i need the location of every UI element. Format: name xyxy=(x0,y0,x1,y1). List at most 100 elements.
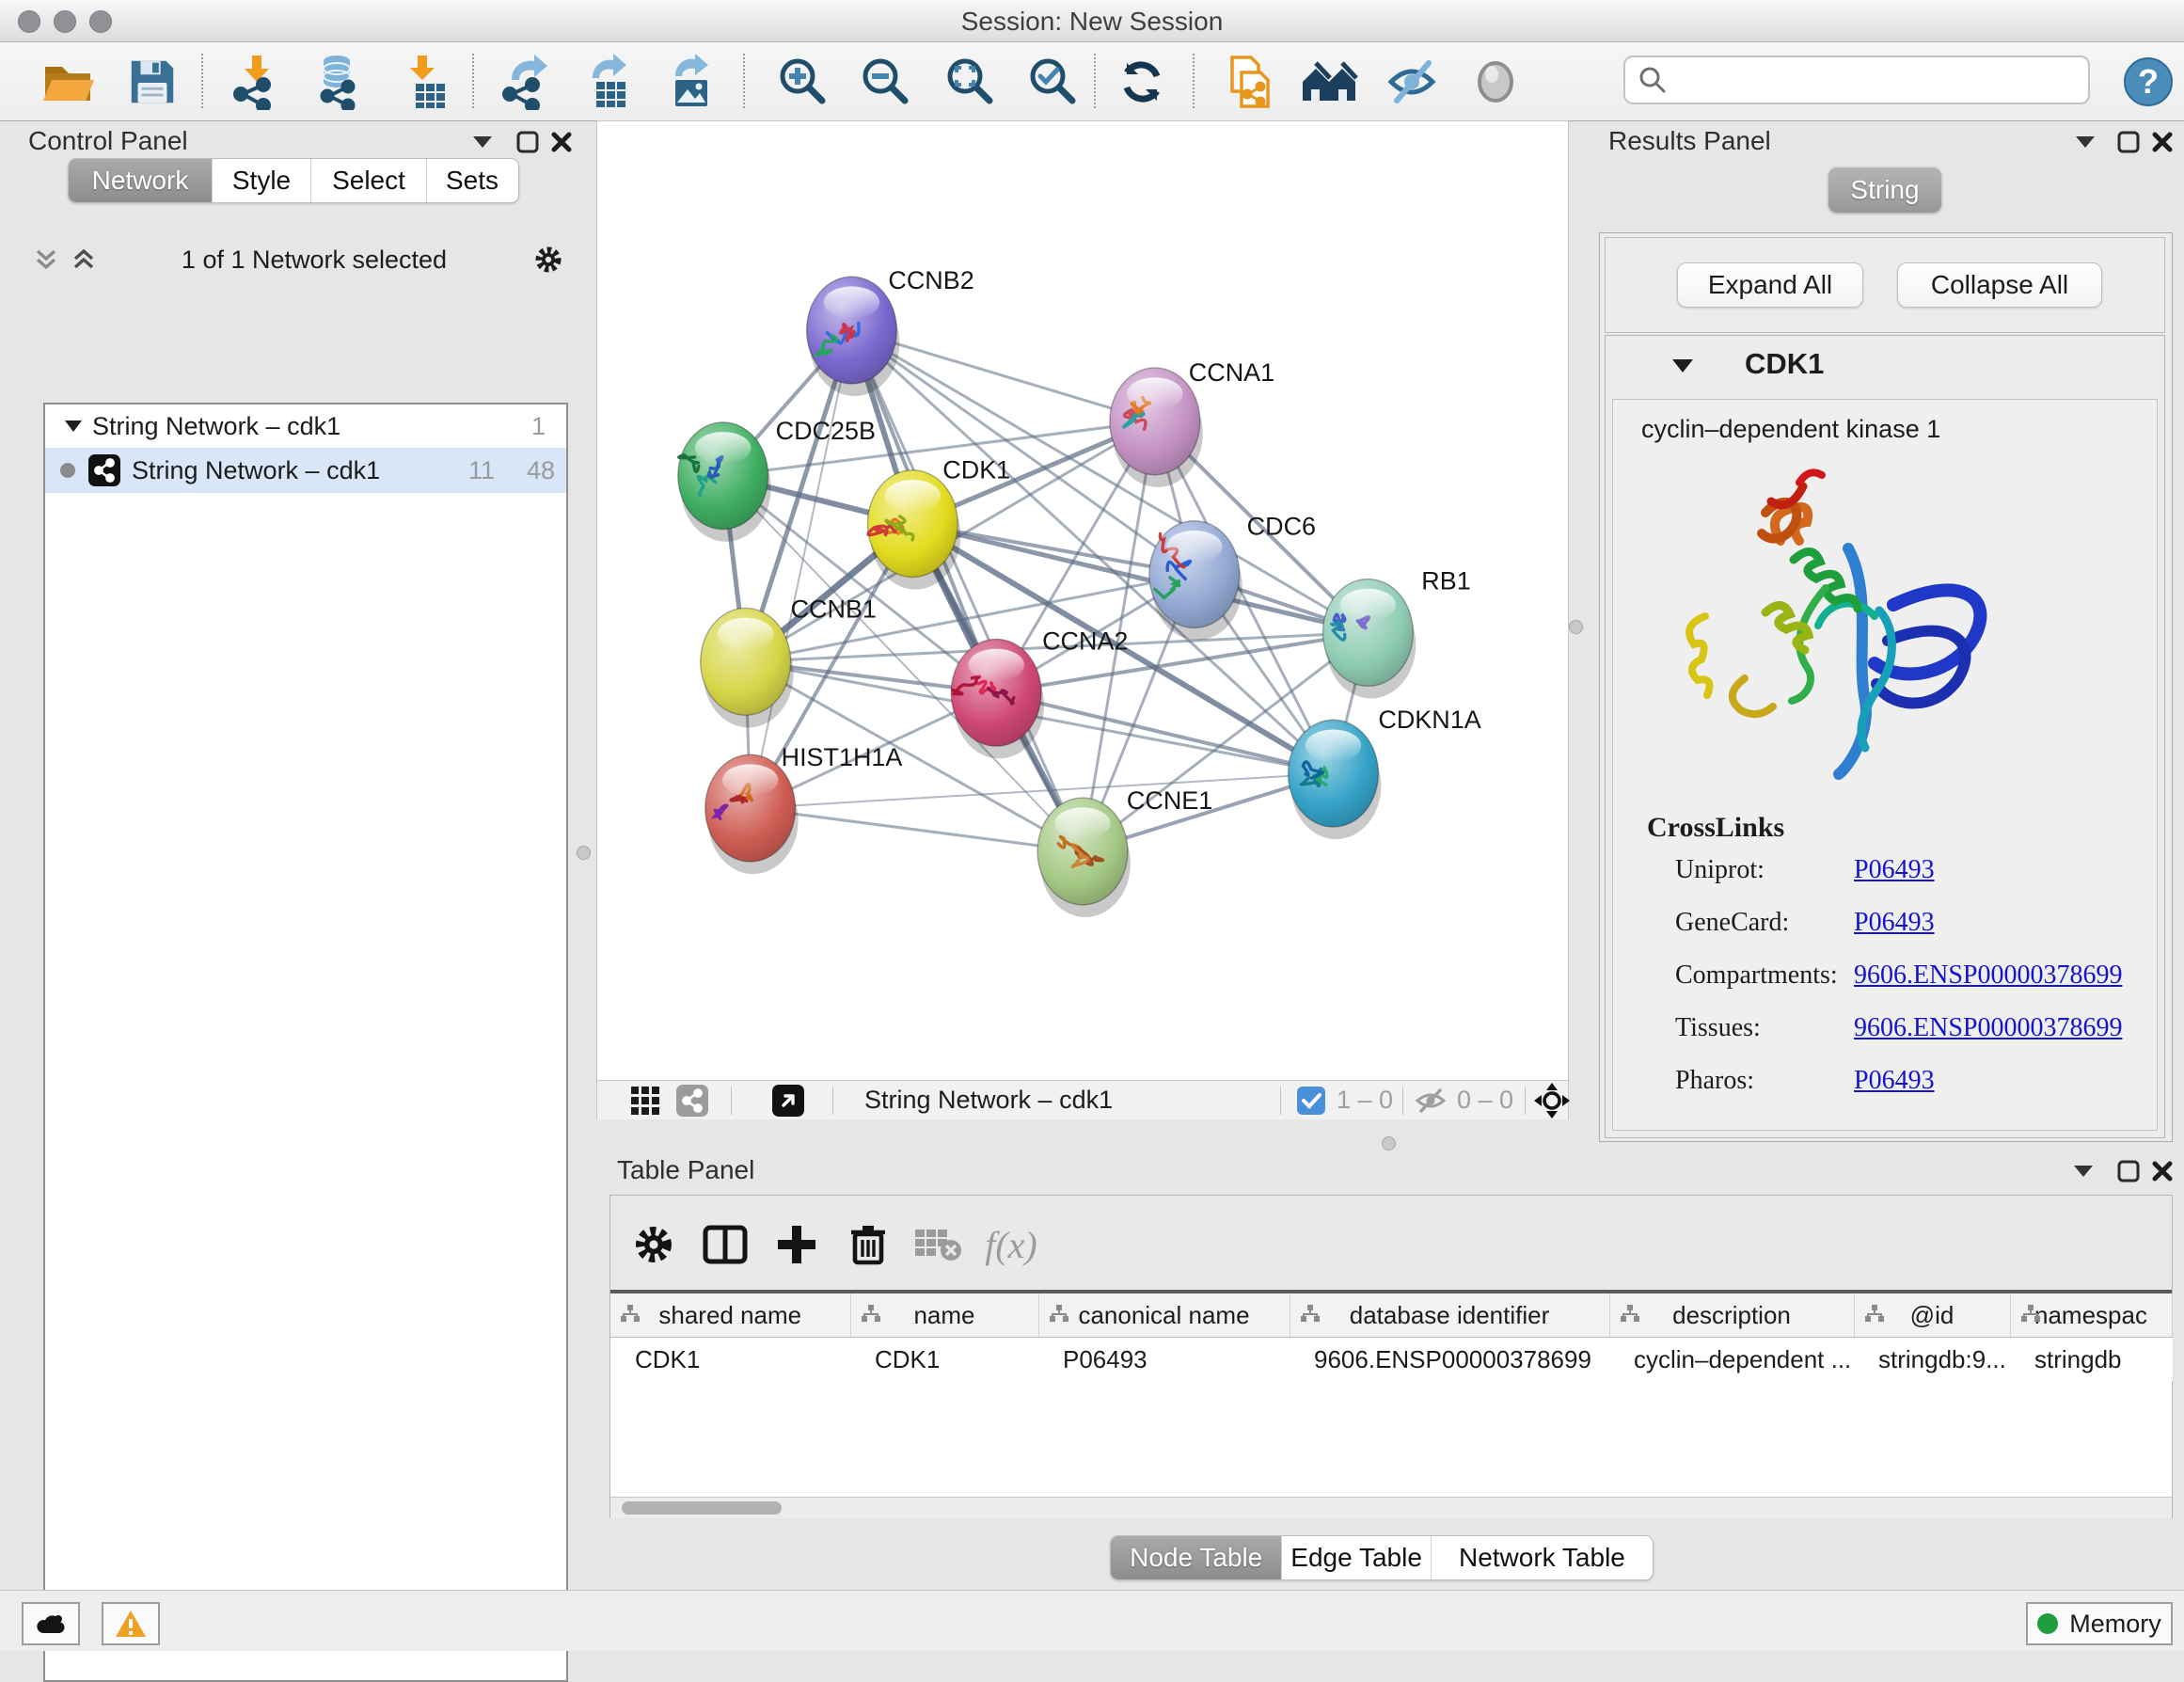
column-header-database-identifier[interactable]: database identifier xyxy=(1290,1293,1609,1338)
export-image-button[interactable] xyxy=(658,52,719,112)
network-edge[interactable] xyxy=(751,808,1083,851)
tab-select[interactable]: Select xyxy=(311,159,427,202)
crosslink-value[interactable]: P06493 xyxy=(1854,1066,1935,1119)
table-panel-close-button[interactable] xyxy=(2148,1157,2176,1185)
column-header-description[interactable]: description xyxy=(1609,1293,1854,1338)
right-splitter-handle[interactable] xyxy=(1569,620,1583,634)
table-options-button[interactable] xyxy=(625,1216,682,1273)
import-network-from-database-button[interactable] xyxy=(307,52,367,112)
network-node-ccna1[interactable]: CCNA1 xyxy=(1110,358,1274,487)
column-header-name[interactable]: name xyxy=(850,1293,1038,1338)
table-cell[interactable]: cyclin–dependent ... xyxy=(1609,1338,1854,1382)
table-cell[interactable]: stringdb xyxy=(2010,1338,2172,1382)
column-header--id[interactable]: @id xyxy=(1854,1293,2010,1338)
zoom-fit-button[interactable] xyxy=(941,52,1001,112)
left-splitter-handle[interactable] xyxy=(577,846,591,860)
network-edge[interactable] xyxy=(751,330,852,808)
network-options-gear-icon[interactable] xyxy=(532,244,564,276)
import-network-button[interactable] xyxy=(226,52,286,112)
help-button[interactable]: ? xyxy=(2118,52,2178,112)
network-node-rb1[interactable]: RB1 xyxy=(1323,567,1471,699)
hide-selected-button[interactable] xyxy=(1383,52,1443,112)
network-edge[interactable] xyxy=(996,692,1333,773)
network-edge[interactable] xyxy=(851,330,1083,851)
collapse-all-icon[interactable] xyxy=(34,247,58,272)
show-hidden-button[interactable] xyxy=(1465,52,1526,112)
network-node-ccnb1[interactable]: CCNB1 xyxy=(701,595,877,727)
collapse-all-button[interactable]: Collapse All xyxy=(1897,262,2102,308)
tab-string[interactable]: String xyxy=(1828,167,1941,213)
horizontal-splitter-handle[interactable] xyxy=(1382,1136,1396,1150)
column-header-namespac[interactable]: namespac xyxy=(2010,1293,2172,1338)
table-cell[interactable]: CDK1 xyxy=(850,1338,1038,1382)
network-node-hist1h1a[interactable]: HIST1H1A xyxy=(705,743,903,874)
grid-view-icon[interactable] xyxy=(631,1087,661,1115)
zoom-in-button[interactable] xyxy=(773,52,833,112)
tab-edge-table[interactable]: Edge Table xyxy=(1282,1536,1431,1579)
network-collection-row[interactable]: String Network – cdk1 1 xyxy=(45,405,566,448)
network-node-ccnb2[interactable]: CCNB2 xyxy=(807,266,974,396)
apply-layout-button[interactable] xyxy=(1112,52,1172,112)
warnings-button[interactable] xyxy=(102,1602,160,1645)
crosslink-value[interactable]: 9606.ENSP00000378699 xyxy=(1854,960,2122,1013)
column-header-canonical-name[interactable]: canonical name xyxy=(1038,1293,1290,1338)
clone-network-button[interactable] xyxy=(1219,52,1279,112)
crosslink-value[interactable]: 9606.ENSP00000378699 xyxy=(1854,1013,2122,1066)
column-header-shared-name[interactable]: shared name xyxy=(610,1293,850,1338)
zoom-selected-button[interactable] xyxy=(1023,52,1084,112)
control-panel-float-button[interactable] xyxy=(514,128,542,156)
table-cell[interactable]: P06493 xyxy=(1038,1338,1290,1382)
fit-content-crosshair-icon[interactable] xyxy=(1534,1083,1570,1119)
export-table-button[interactable] xyxy=(578,52,638,112)
memory-button[interactable]: Memory xyxy=(2026,1602,2173,1645)
scrollbar-thumb[interactable] xyxy=(622,1501,782,1515)
network-view-panel[interactable]: CCNB2CCNA1CDC25BCDK1CDC6RB1CCNB1CCNA2CDK… xyxy=(596,120,1569,1119)
network-row-selected[interactable]: String Network – cdk1 11 48 xyxy=(45,448,566,493)
export-network-button[interactable] xyxy=(497,52,557,112)
crosslink-value[interactable]: P06493 xyxy=(1854,855,1935,908)
tab-sets[interactable]: Sets xyxy=(427,159,517,202)
table-horizontal-scrollbar[interactable] xyxy=(610,1497,2172,1518)
delete-column-button[interactable] xyxy=(840,1216,896,1273)
open-in-window-icon[interactable] xyxy=(772,1085,804,1117)
show-columns-button[interactable] xyxy=(697,1216,753,1273)
expand-all-icon[interactable] xyxy=(71,247,96,272)
results-panel-float-button[interactable] xyxy=(2114,128,2143,156)
import-table-button[interactable] xyxy=(393,52,453,112)
close-icon xyxy=(2151,131,2174,153)
table-row[interactable]: CDK1CDK1P064939606.ENSP00000378699cyclin… xyxy=(610,1338,2172,1382)
tab-network-table[interactable]: Network Table xyxy=(1432,1536,1653,1579)
network-node-cdkn1a[interactable]: CDKN1A xyxy=(1289,706,1481,839)
tab-network[interactable]: Network xyxy=(69,159,213,202)
section-collapse-icon[interactable] xyxy=(1671,358,1694,373)
network-node-cdc25b[interactable]: CDC25B xyxy=(678,417,876,542)
zoom-out-button[interactable] xyxy=(856,52,916,112)
table-cell[interactable]: stringdb:9... xyxy=(1854,1338,2010,1382)
save-session-button[interactable] xyxy=(122,52,182,112)
show-all-networks-button[interactable] xyxy=(1300,52,1360,112)
results-panel-close-button[interactable] xyxy=(2148,128,2176,156)
selected-checkbox-icon[interactable] xyxy=(1297,1087,1325,1115)
expand-all-button[interactable]: Expand All xyxy=(1677,262,1863,308)
tab-style[interactable]: Style xyxy=(213,159,311,202)
network-node-cdc6[interactable]: CDC6 xyxy=(1149,513,1316,641)
table-panel-float-button[interactable] xyxy=(2114,1157,2143,1185)
tree-expander-icon[interactable] xyxy=(64,420,83,433)
copy-document-icon xyxy=(1221,54,1277,110)
table-panel-menu-button[interactable] xyxy=(2069,1157,2097,1185)
network-node-ccne1[interactable]: CCNE1 xyxy=(1037,786,1212,917)
network-graph[interactable]: CCNB2CCNA1CDC25BCDK1CDC6RB1CCNB1CCNA2CDK… xyxy=(597,121,1568,1080)
results-panel-menu-button[interactable] xyxy=(2071,128,2099,156)
table-cell[interactable]: 9606.ENSP00000378699 xyxy=(1290,1338,1609,1382)
birdseye-share-icon[interactable] xyxy=(676,1085,708,1117)
search-input[interactable] xyxy=(1669,65,2088,96)
tab-node-table[interactable]: Node Table xyxy=(1111,1536,1282,1579)
add-column-button[interactable] xyxy=(768,1216,825,1273)
control-panel-menu-button[interactable] xyxy=(468,128,497,156)
open-session-button[interactable] xyxy=(38,52,98,112)
table-cell[interactable]: CDK1 xyxy=(610,1338,850,1382)
collection-name: String Network – cdk1 xyxy=(92,412,531,441)
cloud-button[interactable] xyxy=(22,1602,80,1645)
crosslink-value[interactable]: P06493 xyxy=(1854,908,1935,960)
control-panel-close-button[interactable] xyxy=(547,128,576,156)
